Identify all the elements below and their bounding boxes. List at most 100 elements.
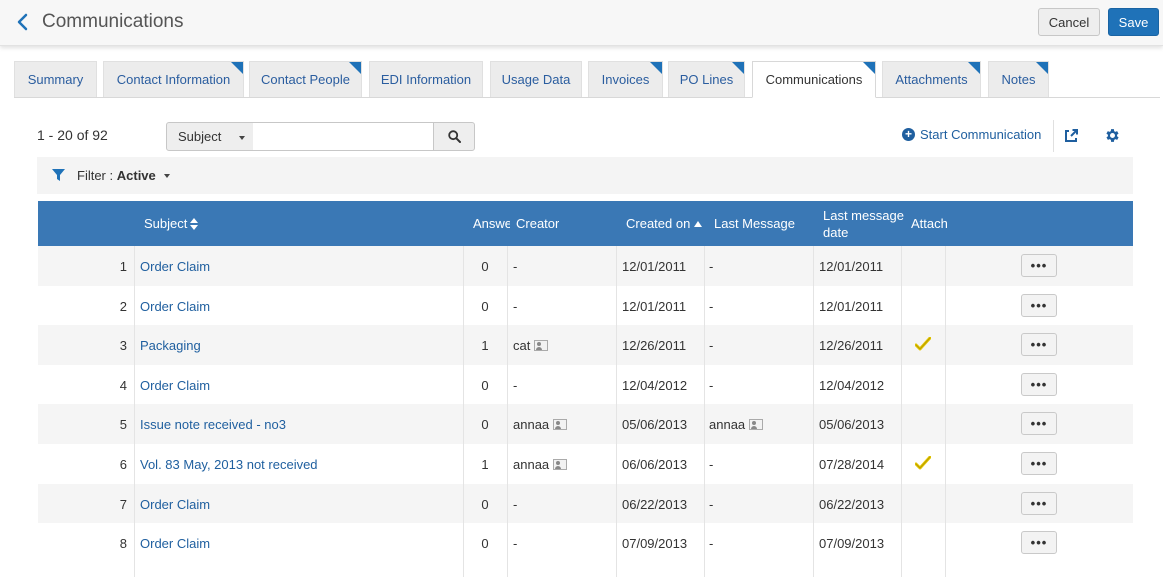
creator-name: cat <box>513 337 531 353</box>
answers-count: 1 <box>481 337 489 353</box>
tab-label: PO Lines <box>679 72 734 87</box>
table-row[interactable]: 1 Order Claim 0 - 12/01/2011 - 12/01/2011 ••• <box>38 246 1133 286</box>
last-message-sender: - <box>709 456 714 472</box>
tab-attachments[interactable]: Attachments <box>882 61 981 97</box>
tab-usage-data[interactable]: Usage Data <box>490 61 582 97</box>
tab-contact-people[interactable]: Contact People <box>249 61 362 97</box>
row-number: 3 <box>119 337 127 353</box>
column-header-created-on[interactable]: Created on <box>626 201 703 246</box>
row-actions-button[interactable]: ••• <box>1021 333 1057 356</box>
row-actions-button[interactable]: ••• <box>1021 452 1057 475</box>
subject-link[interactable]: Issue note received - no3 <box>140 404 460 444</box>
back-button[interactable] <box>10 9 34 35</box>
row-actions-button[interactable]: ••• <box>1021 412 1057 435</box>
last-message-date: 06/22/2013 <box>819 496 885 512</box>
creator-name: - <box>513 298 518 314</box>
table-row[interactable]: 6 Vol. 83 May, 2013 not received 1 annaa 06/… <box>38 444 1133 484</box>
funnel-icon[interactable] <box>52 169 65 181</box>
save-button[interactable]: Save <box>1108 8 1159 36</box>
user-card-icon[interactable] <box>553 458 568 470</box>
subject-link[interactable]: Vol. 83 May, 2013 not received <box>140 444 460 484</box>
column-divider <box>704 246 705 577</box>
tab-invoices[interactable]: Invoices <box>588 61 663 97</box>
row-number: 2 <box>119 298 127 314</box>
subject-link[interactable]: Packaging <box>140 325 460 365</box>
tab-contact-information[interactable]: Contact Information <box>103 61 244 97</box>
export-icon[interactable] <box>1063 128 1079 144</box>
column-header-last-message-date[interactable]: Last message date <box>823 201 905 246</box>
tab-label: Contact Information <box>116 72 231 87</box>
last-message-sender: - <box>709 258 714 274</box>
column-header-subject[interactable]: Subject <box>144 201 199 246</box>
row-actions-button[interactable]: ••• <box>1021 254 1057 277</box>
user-card-icon[interactable] <box>749 418 764 430</box>
column-header-last-message[interactable]: Last Message <box>714 201 795 246</box>
subject-link[interactable]: Order Claim <box>140 365 460 405</box>
column-divider <box>901 246 902 577</box>
column-header-creator[interactable]: Creator <box>516 201 559 246</box>
table-row[interactable]: 4 Order Claim 0 - 12/04/2012 - 12/04/2012 ••• <box>38 365 1133 405</box>
row-number: 8 <box>119 535 127 551</box>
cancel-button[interactable]: Cancel <box>1038 8 1100 36</box>
search-button[interactable] <box>433 122 475 151</box>
tab-label: Communications <box>765 72 863 87</box>
creator-name: annaa <box>513 416 550 432</box>
answers-count: 1 <box>481 456 489 472</box>
plus-circle-icon: + <box>902 128 915 141</box>
creator-name: - <box>513 535 518 551</box>
tab-summary[interactable]: Summary <box>14 61 97 97</box>
check-icon <box>915 337 931 351</box>
tab-marker-icon <box>650 62 662 74</box>
filter-label-text: Filter : <box>77 168 114 183</box>
search-input[interactable] <box>253 122 434 151</box>
start-communication-label: Start Communication <box>920 127 1042 142</box>
row-actions-button[interactable]: ••• <box>1021 373 1057 396</box>
created-on-date: 12/01/2011 <box>622 298 687 314</box>
subject-link[interactable]: Order Claim <box>140 286 460 326</box>
user-card-icon[interactable] <box>534 339 549 351</box>
table-row[interactable]: 2 Order Claim 0 - 12/01/2011 - 12/01/2011 ••• <box>38 286 1133 326</box>
creator-cell: - <box>513 286 613 326</box>
search-field-label: Subject <box>178 129 222 144</box>
caret-down-icon[interactable] <box>164 174 170 178</box>
table-header: Subject Answe Creator Created on Last Me… <box>38 201 1133 246</box>
row-actions-button[interactable]: ••• <box>1021 492 1057 515</box>
tab-notes[interactable]: Notes <box>988 61 1049 97</box>
tab-marker-icon <box>968 62 980 74</box>
last-message-cell: - <box>709 484 809 524</box>
tab-communications[interactable]: Communications <box>752 61 876 98</box>
tab-edi-information[interactable]: EDI Information <box>369 61 483 97</box>
column-header-label: Created on <box>626 216 691 231</box>
start-communication-button[interactable]: + Start Communication <box>902 127 1041 142</box>
tab-po-lines[interactable]: PO Lines <box>668 61 745 97</box>
last-message-sender: - <box>709 377 714 393</box>
created-on-date: 12/26/2011 <box>622 337 687 353</box>
tab-marker-icon <box>732 62 744 74</box>
row-actions-button[interactable]: ••• <box>1021 531 1057 554</box>
table-row[interactable]: 7 Order Claim 0 - 06/22/2013 - 06/22/2013 ••• <box>38 484 1133 524</box>
column-divider <box>507 246 508 577</box>
filter-label: Filter : Active <box>77 168 156 183</box>
row-actions-button[interactable]: ••• <box>1021 294 1057 317</box>
table-row[interactable]: 8 Order Claim 0 - 07/09/2013 - 07/09/2013 ••• <box>38 523 1133 563</box>
column-header-attach[interactable]: Attach <box>911 201 947 246</box>
created-on-date: 12/04/2012 <box>622 377 688 393</box>
last-message-cell: - <box>709 523 809 563</box>
creator-name: - <box>513 496 518 512</box>
search-field-select[interactable]: Subject <box>166 122 254 151</box>
gear-icon[interactable] <box>1104 127 1121 144</box>
creator-cell: - <box>513 365 613 405</box>
creator-cell: annaa <box>513 444 613 484</box>
column-divider <box>813 246 814 577</box>
subject-link[interactable]: Order Claim <box>140 484 460 524</box>
row-number: 4 <box>119 377 127 393</box>
row-number: 1 <box>119 258 127 274</box>
table-row[interactable]: 5 Issue note received - no3 0 annaa 05/06/20… <box>38 404 1133 444</box>
last-message-cell: annaa <box>709 404 809 444</box>
user-card-icon[interactable] <box>553 418 568 430</box>
answers-count: 0 <box>481 298 489 314</box>
subject-link[interactable]: Order Claim <box>140 246 460 286</box>
subject-link[interactable]: Order Claim <box>140 523 460 563</box>
column-header-answers[interactable]: Answe <box>473 201 510 246</box>
table-row[interactable]: 3 Packaging 1 cat 12/26/2011 - 12/26/2011 ••• <box>38 325 1133 365</box>
